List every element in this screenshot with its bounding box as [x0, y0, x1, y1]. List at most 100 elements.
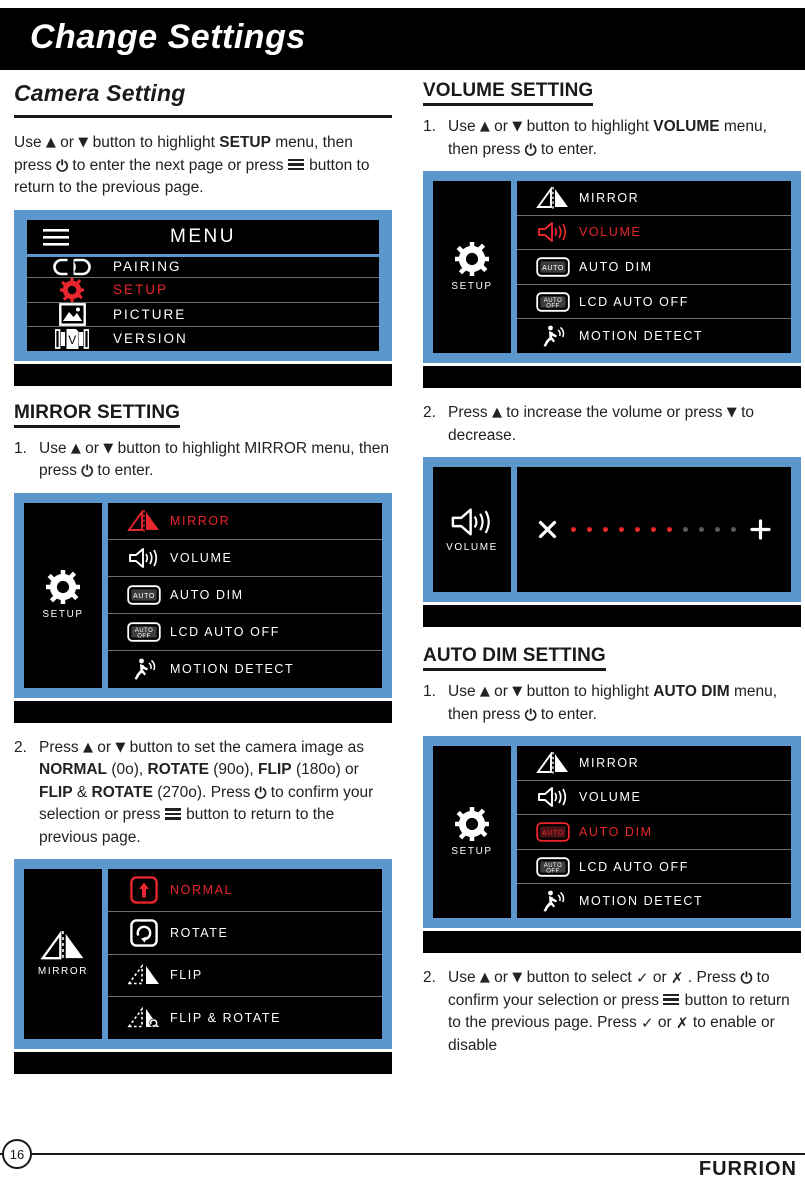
menu-titlebar: MENU: [27, 219, 379, 254]
speaker-icon: [527, 786, 579, 808]
speaker-icon: [118, 547, 170, 569]
plus-icon[interactable]: [749, 519, 771, 540]
down-arrow-icon: ▼: [115, 739, 126, 755]
down-arrow-icon: ▼: [103, 440, 114, 456]
menu-item-setup[interactable]: SETUP: [27, 277, 379, 303]
mirror-option-flip-rotate[interactable]: FLIP & ROTATE: [108, 997, 382, 1039]
x-icon: ✗: [671, 969, 684, 987]
step-text: Use ▲ or ▼ button to highlight MIRROR me…: [39, 438, 392, 483]
setup-item-volume[interactable]: VOLUME: [517, 216, 791, 251]
svg-text:AUTO: AUTO: [542, 830, 564, 837]
step-text: Press ▲ or ▼ button to set the camera im…: [39, 737, 392, 850]
mirror-icon: [527, 751, 579, 774]
step-text-a: Use: [448, 683, 480, 700]
mirror-option-rotate[interactable]: ROTATE: [108, 912, 382, 955]
up-arrow-icon: ▲: [491, 405, 502, 420]
bold-volume: VOLUME: [653, 118, 720, 135]
menu-item-version[interactable]: V VERSION: [27, 327, 379, 351]
option-rotate: ROTATE: [147, 761, 209, 778]
setup-item-auto-dim[interactable]: AUTO AUTO DIM: [108, 577, 382, 615]
ampersand: &: [72, 783, 92, 801]
side-panel-label: SETUP: [451, 846, 493, 857]
setup-item-lcd-auto-off[interactable]: AUTO OFF LCD AUTO OFF: [108, 614, 382, 652]
step-text-or: or: [489, 969, 513, 986]
side-panel-setup: SETUP: [433, 746, 511, 918]
setup-item-motion-detect[interactable]: MOTION DETECT: [108, 651, 382, 687]
motion-detect-icon: [527, 324, 579, 348]
intro-bold-setup: SETUP: [219, 134, 271, 151]
monitor-stand: [423, 366, 801, 388]
side-panel-mirror: MIRROR: [24, 869, 102, 1039]
power-icon: ⏻: [254, 783, 267, 802]
down-arrow-icon: ▼: [726, 405, 737, 420]
volume-slider-screenshot: VOLUME: [423, 457, 801, 627]
degree-270: (270o). Press: [152, 783, 255, 801]
left-column: Camera Setting Use ▲ or ▼ button to high…: [14, 80, 392, 1074]
setup-item-label: VOLUME: [170, 550, 233, 565]
power-icon: ⏻: [524, 140, 537, 159]
step-text-or: or: [489, 118, 513, 135]
setup-item-lcd-auto-off[interactable]: AUTO OFF LCD AUTO OFF: [517, 285, 791, 320]
heading-rule: [14, 115, 392, 118]
volume-dot-filled: [570, 527, 576, 532]
step-text: Use ▲ or ▼ button to highlight VOLUME me…: [448, 116, 801, 161]
menu-item-label: PICTURE: [113, 306, 187, 322]
step-text: Use ▲ or ▼ button to highlight AUTO DIM …: [448, 681, 801, 726]
setup-item-volume[interactable]: VOLUME: [517, 781, 791, 816]
step-text-a: Use: [448, 969, 480, 986]
side-panel-setup: SETUP: [24, 502, 102, 688]
setup-item-volume[interactable]: VOLUME: [108, 540, 382, 577]
mirror-step-2: 2. Press ▲ or ▼ button to set the camera…: [14, 737, 392, 850]
setup-item-mirror[interactable]: MIRROR: [517, 181, 791, 216]
volume-slider[interactable]: [517, 467, 791, 592]
mirror-option-normal[interactable]: NORMAL: [108, 869, 382, 912]
setup-item-auto-dim[interactable]: AUTO AUTO DIM: [517, 250, 791, 285]
side-panel-setup: SETUP: [433, 181, 511, 353]
setup-item-label: MOTION DETECT: [579, 329, 704, 344]
setup-item-motion-detect[interactable]: MOTION DETECT: [517, 884, 791, 918]
side-panel-label: VOLUME: [446, 541, 498, 553]
setup-item-mirror[interactable]: MIRROR: [517, 746, 791, 781]
setup-item-label: LCD AUTO OFF: [579, 859, 689, 874]
volume-dot-empty: [730, 527, 736, 532]
auto-dim-step-2: 2. Use ▲ or ▼ button to select ✓ or ✗ . …: [423, 967, 801, 1057]
menu-item-picture[interactable]: PICTURE: [27, 302, 379, 327]
mirror-option-flip[interactable]: FLIP: [108, 955, 382, 998]
bold-auto-dim: AUTO DIM: [653, 683, 730, 700]
setup-item-motion-detect[interactable]: MOTION DETECT: [517, 319, 791, 353]
volume-dot-filled: [586, 527, 592, 532]
camera-setting-heading: Camera Setting: [14, 80, 186, 106]
monitor-stand: [423, 931, 801, 953]
step-text-d: . Press: [683, 969, 741, 986]
volume-dot-filled: [666, 527, 672, 532]
setup-item-lcd-auto-off[interactable]: AUTO OFF LCD AUTO OFF: [517, 850, 791, 885]
degree-180: (180o) or: [291, 761, 359, 778]
step-text-b: button to select: [522, 969, 637, 986]
power-icon: ⏻: [56, 156, 69, 175]
degree-90: (90o),: [208, 761, 259, 778]
brand-logo: FURRION: [699, 1158, 797, 1180]
volume-level-dots[interactable]: [570, 527, 736, 532]
page-title: Change Settings: [30, 18, 306, 56]
motion-detect-icon: [118, 657, 170, 681]
footer-rule: [0, 1153, 805, 1155]
menu-hamburger-icon: [663, 993, 680, 1006]
setup-item-mirror[interactable]: MIRROR: [108, 503, 382, 540]
mirror-icon: [527, 186, 579, 209]
x-icon[interactable]: [538, 520, 557, 539]
step-text-a: Press: [39, 738, 83, 756]
auto-off-icon: AUTO OFF: [118, 621, 170, 643]
volume-dot-empty: [714, 527, 720, 532]
gear-icon: [46, 570, 80, 604]
menu-hamburger-icon: [287, 158, 304, 171]
setup-screenshot-volume: SETUP MIRROR VOLUME AUTO AUTO DIM AUTO O…: [423, 171, 801, 388]
setup-item-auto-dim[interactable]: AUTO AUTO DIM: [517, 815, 791, 850]
menu-item-pairing[interactable]: PAIRING: [27, 257, 379, 278]
step-text-d: to enter.: [536, 705, 597, 723]
step-text-d: to enter.: [536, 140, 597, 158]
intro-or: or: [55, 134, 79, 151]
mirror-step-1: 1. Use ▲ or ▼ button to highlight MIRROR…: [14, 438, 392, 483]
step-number: 2.: [14, 738, 27, 756]
speaker-icon: [450, 507, 494, 537]
monitor-stand: [14, 1052, 392, 1074]
